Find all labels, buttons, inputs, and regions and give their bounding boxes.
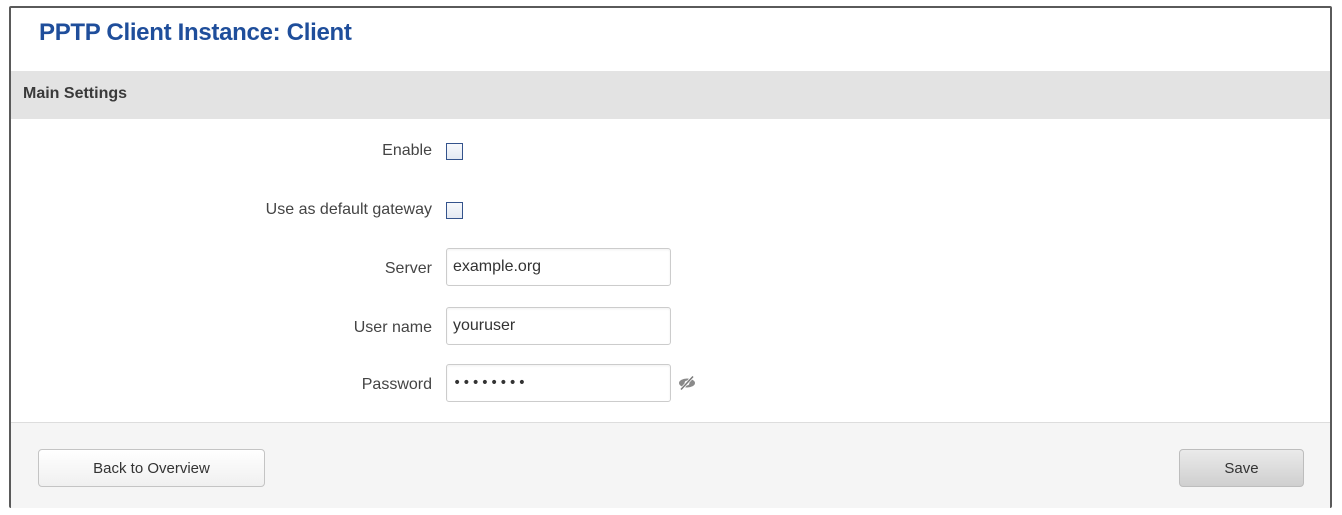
back-to-overview-button[interactable]: Back to Overview bbox=[38, 449, 265, 487]
enable-checkbox[interactable] bbox=[446, 143, 463, 160]
password-label: Password bbox=[361, 376, 432, 393]
save-button[interactable]: Save bbox=[1179, 449, 1304, 487]
username-label: User name bbox=[353, 319, 432, 336]
server-input[interactable] bbox=[446, 248, 671, 286]
default-gateway-checkbox[interactable] bbox=[446, 202, 463, 219]
form-footer: Back to Overview Save bbox=[11, 422, 1330, 508]
default-gateway-label: Use as default gateway bbox=[265, 201, 432, 218]
password-input[interactable] bbox=[446, 364, 671, 402]
settings-panel: PPTP Client Instance: Client Main Settin… bbox=[9, 6, 1332, 508]
section-title: Main Settings bbox=[23, 85, 128, 102]
section-header: Main Settings bbox=[11, 71, 1330, 119]
page-title: PPTP Client Instance: Client bbox=[39, 19, 352, 46]
server-label: Server bbox=[384, 260, 432, 277]
enable-label: Enable bbox=[382, 142, 432, 159]
eye-slash-icon[interactable] bbox=[677, 373, 697, 393]
username-input[interactable] bbox=[446, 307, 671, 345]
